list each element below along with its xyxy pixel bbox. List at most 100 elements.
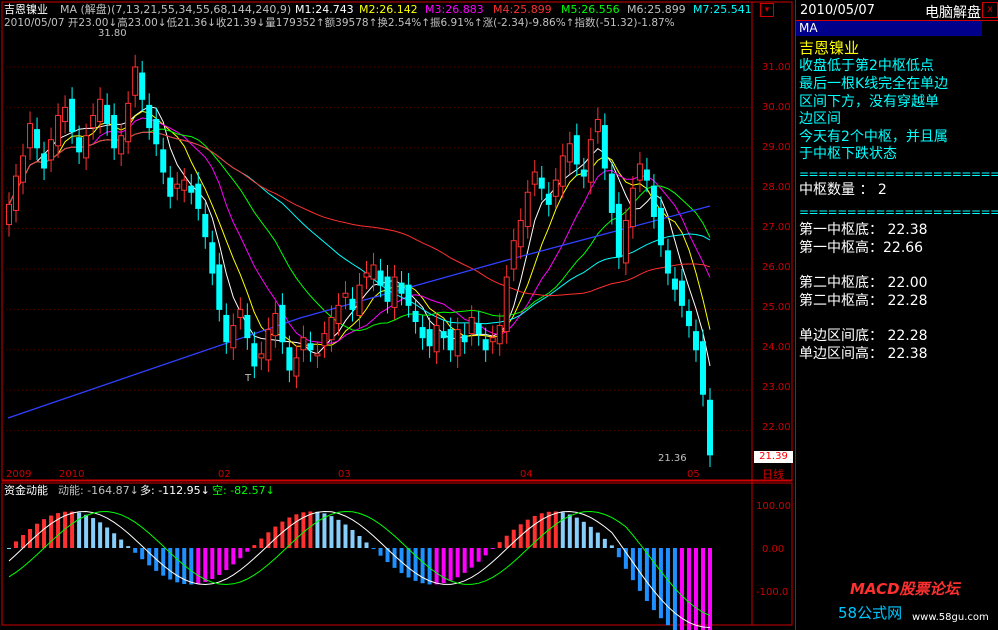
ma-m1: M1:24.743 [295, 3, 354, 16]
indicator-bar [455, 548, 460, 578]
current-price-tag: 21.39 [754, 451, 793, 463]
candle-body [433, 325, 440, 353]
indicator-name[interactable]: 资金动能 [4, 484, 48, 497]
indicator-axis-label: 100.00 [756, 501, 791, 512]
candle-body [279, 304, 286, 343]
indicator-bar [336, 519, 341, 548]
candle-body [328, 316, 335, 341]
candle-body [405, 284, 412, 306]
indicator-bar [357, 536, 362, 548]
candle-body [83, 135, 90, 159]
indicator-bar [210, 548, 215, 579]
candle-body [384, 276, 391, 302]
indicator-bar [588, 526, 593, 548]
t-marker: T [245, 373, 252, 384]
candle-body [349, 298, 356, 310]
comment-line: 收盘低于第2中枢低点 [799, 58, 934, 74]
indicator-bar [343, 524, 348, 548]
candle-body [475, 323, 482, 335]
analysis-side-panel: 2010/05/07 电脑解盘 x MA 吉恩镍业 收盘低于第2中枢低点 最后一… [795, 0, 998, 630]
price-label: 30.00 [762, 102, 791, 113]
candle-body [48, 139, 55, 161]
tab-ma[interactable]: MA [796, 21, 982, 36]
candle-body [104, 104, 111, 125]
candle-body [20, 155, 27, 183]
stock-name[interactable]: 吉恩镍业 [4, 3, 48, 16]
candlesticks[interactable] [6, 54, 713, 467]
indicator-bar [462, 548, 467, 573]
candle-body [258, 353, 265, 359]
candle-body [202, 213, 209, 238]
indicator-bar [581, 521, 586, 548]
candle-body [132, 66, 139, 96]
menu-icon[interactable]: ▾ [760, 3, 774, 17]
comment-line: 区间下方，没有穿越单 [799, 94, 939, 110]
indicator-bar [504, 535, 509, 548]
side-title: 电脑解盘 [925, 5, 981, 21]
indicator-bar [595, 532, 600, 548]
candle-body [272, 312, 279, 337]
date-label: 2010 [59, 469, 85, 480]
indicator-bar [567, 514, 572, 548]
indicator-bar [126, 546, 131, 548]
price-label: 24.00 [762, 342, 791, 353]
candle-body [461, 335, 468, 343]
indicator-bar [245, 548, 250, 552]
indicator-bar [175, 548, 180, 583]
ma-m6: M6:25.899 [627, 3, 686, 16]
candle-body [363, 272, 370, 278]
indicator-bar [609, 545, 614, 548]
indicator-bar [280, 521, 285, 548]
indicator-bar [112, 533, 117, 548]
indicator-bar [140, 548, 145, 560]
ma-m2: M2:26.142 [359, 3, 418, 16]
indicator-bar [364, 542, 369, 548]
indicator-bar [42, 519, 47, 548]
candle-body [209, 242, 216, 274]
indicator-bar [217, 548, 222, 575]
candle-body [587, 139, 594, 183]
date-label: 03 [338, 469, 351, 480]
candle-body [531, 171, 538, 185]
indicator-bar [574, 517, 579, 548]
candle-body [489, 337, 496, 343]
candle-body [685, 310, 692, 327]
candle-body [468, 316, 475, 335]
indicator-bar [70, 511, 75, 548]
price-label: 31.00 [762, 62, 791, 73]
candle-body [195, 183, 202, 209]
candle-body [496, 325, 503, 345]
date-label: 05 [687, 469, 700, 480]
candle-body [699, 341, 706, 395]
candle-body [139, 72, 146, 100]
indicator-bar [91, 518, 96, 548]
watermark-url: www.58gu.com [912, 612, 989, 623]
comment-line: 今天有2个中枢，并且属 [799, 129, 948, 145]
candle-body [482, 339, 489, 351]
indicator-bar [133, 548, 138, 553]
watermark-58: 58公式网 [838, 604, 903, 622]
candle-body [237, 308, 244, 318]
candle-body [538, 177, 545, 189]
candle-body [27, 123, 34, 149]
candle-body [321, 333, 328, 347]
candle-body [342, 292, 349, 298]
candle-body [76, 137, 83, 153]
indicator-lines [8, 510, 711, 628]
indicator-bar [147, 548, 152, 566]
high-annotation: 31.80 [98, 28, 127, 39]
price-label: 23.00 [762, 382, 791, 393]
indicator-bar [259, 538, 264, 548]
indicator-bar [602, 538, 607, 548]
candle-body [615, 203, 622, 258]
candle-body [447, 329, 454, 351]
indicator-bar [686, 548, 691, 630]
indicator-bar [700, 548, 705, 630]
candle-body [286, 347, 293, 371]
side-stock-name: 吉恩镍业 [799, 39, 860, 57]
candle-body [146, 104, 153, 129]
indicator-axis-label: 0.00 [762, 544, 785, 555]
indicator-bar [406, 548, 411, 578]
close-icon[interactable]: x [982, 2, 998, 18]
period-label[interactable]: 日线 [762, 468, 784, 481]
